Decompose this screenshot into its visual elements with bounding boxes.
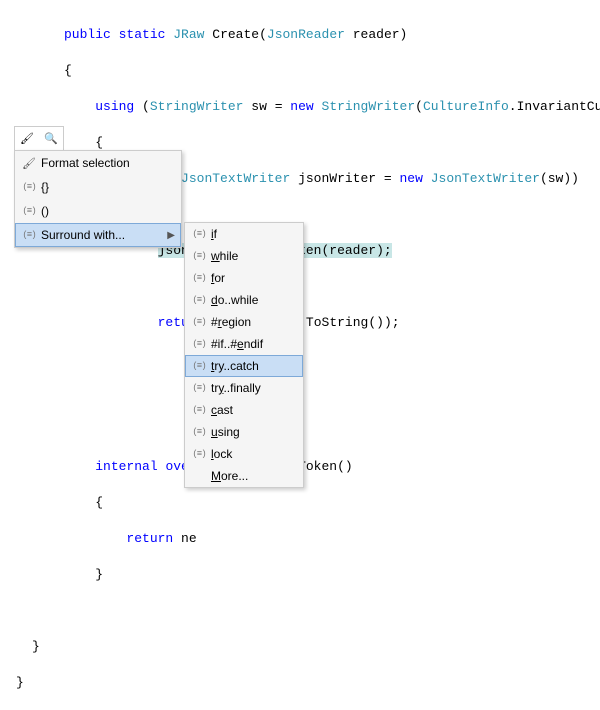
code-line: } (0, 566, 600, 584)
menu-format-selection[interactable]: 🖌 Format selection (15, 151, 181, 175)
submenu-while[interactable]: (≡) while (185, 245, 303, 267)
context-menu: 🖌 Format selection (≡) {} (≡) () (≡) Sur… (14, 150, 182, 248)
template-icon: (≡) (187, 445, 211, 463)
template-icon: (≡) (187, 423, 211, 441)
menu-surround-with[interactable]: (≡) Surround with... ▶ (15, 223, 181, 247)
template-icon: (≡) (187, 291, 211, 309)
submenu-cast[interactable]: (≡) cast (185, 399, 303, 421)
template-icon: (≡) (187, 247, 211, 265)
template-icon: (≡) (17, 178, 41, 196)
code-line: } (0, 638, 600, 656)
submenu-for[interactable]: (≡) for (185, 267, 303, 289)
code-line: { (0, 62, 600, 80)
template-icon: (≡) (17, 202, 41, 220)
submenu-region[interactable]: (≡) #region (185, 311, 303, 333)
bulb-icon[interactable]: 🔍 (41, 129, 61, 149)
template-icon: (≡) (187, 401, 211, 419)
surround-with-submenu: (≡) if (≡) while (≡) for (≡) do..while (… (184, 222, 304, 488)
action-icon-bar: 🖌 🔍 (14, 126, 64, 152)
blank-icon (187, 467, 211, 485)
submenu-lock[interactable]: (≡) lock (185, 443, 303, 465)
submenu-more[interactable]: More... (185, 465, 303, 487)
submenu-if[interactable]: (≡) if (185, 223, 303, 245)
template-icon: (≡) (187, 269, 211, 287)
code-line (0, 602, 600, 620)
template-icon: (≡) (187, 313, 211, 331)
submenu-ifendif[interactable]: (≡) #if..#endif (185, 333, 303, 355)
template-icon: (≡) (17, 226, 41, 244)
code-line: { (0, 494, 600, 512)
code-line: } (0, 674, 600, 692)
code-line: public static JRaw Create(JsonReader rea… (0, 26, 600, 44)
template-icon: (≡) (187, 357, 211, 375)
template-icon: (≡) (187, 379, 211, 397)
submenu-tryfinally[interactable]: (≡) try..finally (185, 377, 303, 399)
brush-icon: 🖌 (17, 154, 41, 172)
submenu-using[interactable]: (≡) using (185, 421, 303, 443)
code-line: return ne (0, 530, 600, 548)
submenu-dowhile[interactable]: (≡) do..while (185, 289, 303, 311)
code-line: using (StringWriter sw = new StringWrite… (0, 98, 600, 116)
template-icon: (≡) (187, 335, 211, 353)
menu-parens[interactable]: (≡) () (15, 199, 181, 223)
menu-braces[interactable]: (≡) {} (15, 175, 181, 199)
chevron-right-icon: ▶ (167, 230, 177, 241)
template-icon: (≡) (187, 225, 211, 243)
brush-icon[interactable]: 🖌 (17, 129, 37, 149)
submenu-trycatch[interactable]: (≡) try..catch (185, 355, 303, 377)
